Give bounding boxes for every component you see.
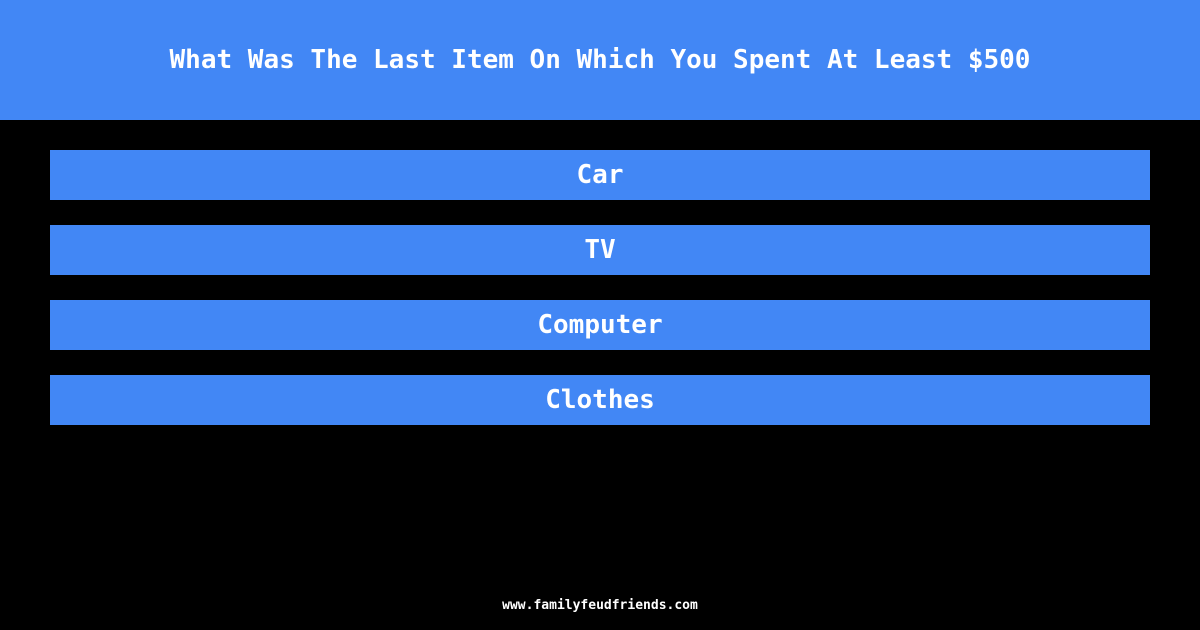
answer-item: Clothes (50, 375, 1150, 425)
answer-item: Car (50, 150, 1150, 200)
answer-item: Computer (50, 300, 1150, 350)
answer-list: Car TV Computer Clothes (50, 150, 1150, 450)
question-title: What Was The Last Item On Which You Spen… (169, 45, 1031, 75)
site-url: www.familyfeudfriends.com (502, 598, 698, 613)
answer-item: TV (50, 225, 1150, 275)
question-header: What Was The Last Item On Which You Spen… (0, 0, 1200, 120)
